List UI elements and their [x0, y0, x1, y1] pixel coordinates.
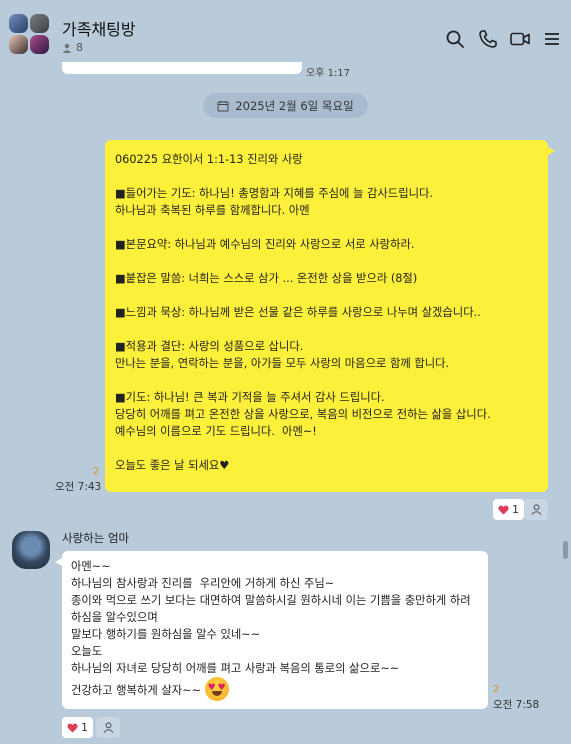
person-icon [103, 722, 113, 733]
unread-count: 2 [93, 466, 100, 477]
reaction-count: 1 [512, 503, 519, 516]
calendar-icon [217, 100, 229, 111]
other-message-bubble[interactable]: 아멘~~ 하나님의 참사랑과 진리를 우리안에 거하게 하신 주님~ 종이와 먹… [55, 551, 488, 709]
reaction-heart-button[interactable]: 1 [62, 717, 93, 738]
message-time: 오전 7:43 [55, 481, 102, 493]
phone-icon[interactable] [477, 28, 499, 50]
member-avatar [9, 14, 28, 33]
reaction-heart-button[interactable]: 1 [493, 499, 524, 520]
heart-eyes-emoji-icon [204, 677, 229, 701]
message-bubble-previous[interactable] [62, 62, 302, 74]
heart-icon [67, 723, 78, 732]
my-message-bubble[interactable]: 060225 요한이서 1:1-13 진리와 사랑 ■들어가는 기도: 하나님!… [105, 140, 555, 492]
date-divider: 2025년 2월 6일 목요일 [203, 93, 368, 118]
member-count-label: 8 [76, 41, 83, 54]
scrollbar-thumb[interactable] [563, 541, 568, 559]
chat-header: 가족채팅방 8 [0, 0, 571, 60]
sender-avatar[interactable] [12, 531, 50, 569]
chat-title: 가족채팅방 [62, 20, 136, 39]
date-divider-text: 2025년 2월 6일 목요일 [235, 98, 354, 113]
member-avatar [30, 14, 49, 33]
sender-name: 사랑하는 엄마 [62, 531, 130, 545]
reaction-count: 1 [81, 721, 88, 734]
member-count[interactable]: 8 [62, 41, 83, 54]
message-time: 오전 7:58 [493, 699, 540, 711]
person-icon [531, 504, 541, 515]
video-icon[interactable] [509, 28, 531, 50]
reaction-add-button[interactable] [524, 499, 548, 520]
reaction-add-button[interactable] [96, 717, 120, 738]
message-time: 오후 1:17 [306, 68, 351, 79]
other-message-text: 아멘~~ 하나님의 참사랑과 진리를 우리안에 거하게 하신 주님~ 종이와 먹… [71, 560, 471, 697]
unread-count: 2 [493, 684, 500, 695]
menu-icon[interactable] [541, 28, 563, 50]
heart-icon [498, 505, 509, 514]
member-avatar [30, 35, 49, 54]
group-avatar[interactable] [9, 14, 51, 56]
person-icon [62, 43, 72, 53]
search-icon[interactable] [444, 28, 466, 50]
member-avatar [9, 35, 28, 54]
